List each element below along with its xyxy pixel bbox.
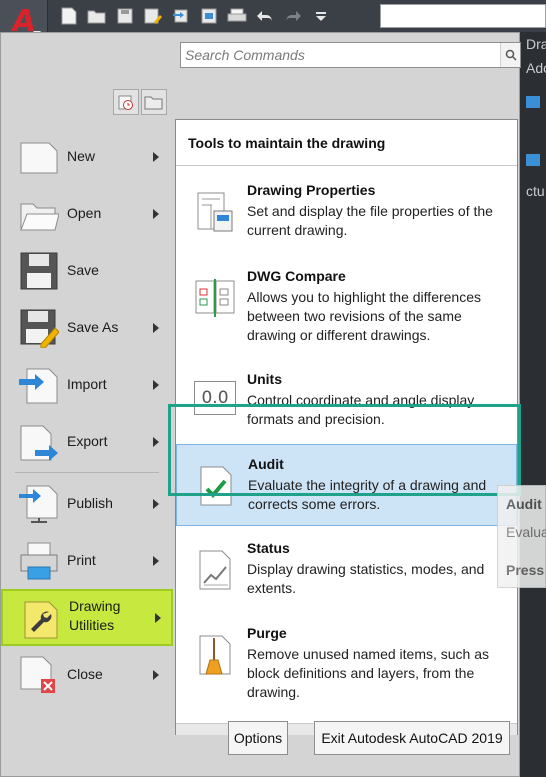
flyout-item-name: DWG Compare [247,268,346,284]
flyout-item-status[interactable]: Status Display drawing statistics, modes… [176,529,517,611]
redo-icon[interactable] [280,4,306,28]
tooltip-title: Audit [506,496,542,512]
undo-icon[interactable] [252,4,278,28]
customize-icon[interactable] [308,4,334,28]
menu-item-save-as[interactable]: Save As [1,299,173,356]
search-input[interactable] [181,43,499,67]
audit-highlight-frame [168,404,521,496]
close-file-icon [20,656,55,693]
submenu-arrow-icon [153,151,159,162]
menu-item-label: Save As [67,319,119,335]
menu-item-publish[interactable]: Publish [1,475,173,532]
search-box [180,42,521,68]
options-button[interactable]: Options [228,721,288,755]
menu-item-print[interactable]: Print [1,532,173,589]
plot-icon[interactable] [196,4,222,28]
menu-item-label: Drawing [69,598,121,614]
menu-item-label: New [67,148,96,164]
menu-item-label: Utilities [69,617,115,633]
menu-item-close[interactable]: Close [1,646,173,703]
menu-left-column: New Open Save Save As Import Export Publ… [1,128,173,703]
flyout-item-name: Units [247,371,282,387]
search-icon[interactable] [500,43,520,67]
menu-item-label: Publish [67,495,113,511]
flyout-item-drawing-properties[interactable]: Drawing Properties Set and display the f… [176,171,517,253]
flyout-item-desc: Allows you to highlight the differences … [247,289,481,343]
menu-item-label: Export [67,433,108,449]
open-folder-icon [20,203,59,231]
flyout-item-name: Purge [247,625,287,641]
submenu-arrow-icon [155,612,161,623]
menu-item-save[interactable]: Save [1,242,173,299]
print-icon [20,542,58,580]
submenu-arrow-icon [153,208,159,219]
flyout-item-dwg-compare[interactable]: DWG Compare Allows you to highlight the … [176,257,517,343]
bg-text-1: Dra [526,36,546,52]
menu-item-open[interactable]: Open [1,185,173,242]
flyout-item-desc: Set and display the file properties of t… [247,203,493,238]
tooltip-hint: Press [506,562,545,578]
save-as-icon [20,309,59,348]
save-as-icon[interactable] [140,4,166,28]
tooltip-desc: Evalua [506,524,546,540]
publish-icon [19,485,58,523]
flyout-item-purge[interactable]: Purge Remove unused named items, such as… [176,614,517,700]
menu-item-export[interactable]: Export [1,413,173,470]
open-icon[interactable] [84,4,110,28]
wrench-icon [24,601,58,639]
save-icon [20,252,58,290]
submenu-arrow-icon [153,498,159,509]
quick-access-toolbar [0,0,546,32]
import-icon [19,368,58,404]
menu-item-import[interactable]: Import [1,356,173,413]
save-icon[interactable] [112,4,138,28]
print-icon[interactable] [224,4,250,28]
submenu-arrow-icon [153,322,159,333]
flyout-title: Tools to maintain the drawing [188,135,386,151]
bg-text-2: Ado [526,60,546,76]
recent-documents-icon[interactable] [113,89,139,115]
menu-item-drawing-utilities[interactable]: Drawing Utilities [1,589,173,646]
new-file-icon [20,142,58,174]
tooltip-preview: Audit Evalua Press [497,485,546,588]
submenu-arrow-icon [153,379,159,390]
menu-item-label: Print [67,552,96,568]
flyout-item-name: Drawing Properties [247,182,376,198]
submenu-arrow-icon [153,436,159,447]
flyout-divider [176,165,517,166]
publish-icon[interactable] [168,4,194,28]
flyout-item-desc: Remove unused named items, such as block… [247,646,490,700]
status-icon [199,550,231,590]
bg-blue-icon [526,96,540,108]
menu-item-label: Save [67,262,99,278]
bg-blue-icon [526,154,540,166]
open-documents-icon[interactable] [141,89,167,115]
background-window: Dra Ado ctu [518,0,546,777]
bg-text-3: ctu [526,183,545,199]
menu-item-label: Open [67,205,102,221]
dwg-compare-icon [195,279,235,317]
menu-item-new[interactable]: New [1,128,173,185]
menu-separator [15,472,159,473]
menu-item-label: Close [67,666,103,682]
submenu-arrow-icon [153,669,159,680]
flyout-item-name: Status [247,540,290,556]
menu-item-label: Import [67,376,107,392]
export-icon [20,425,58,461]
exit-autocad-button[interactable]: Exit Autodesk AutoCAD 2019 [314,721,510,755]
submenu-arrow-icon [153,555,159,566]
drawing-properties-icon [197,192,233,232]
title-bar-field [380,4,546,28]
purge-icon [199,635,231,675]
new-icon[interactable] [56,4,82,28]
flyout-item-desc: Display drawing statistics, modes, and e… [247,561,485,596]
